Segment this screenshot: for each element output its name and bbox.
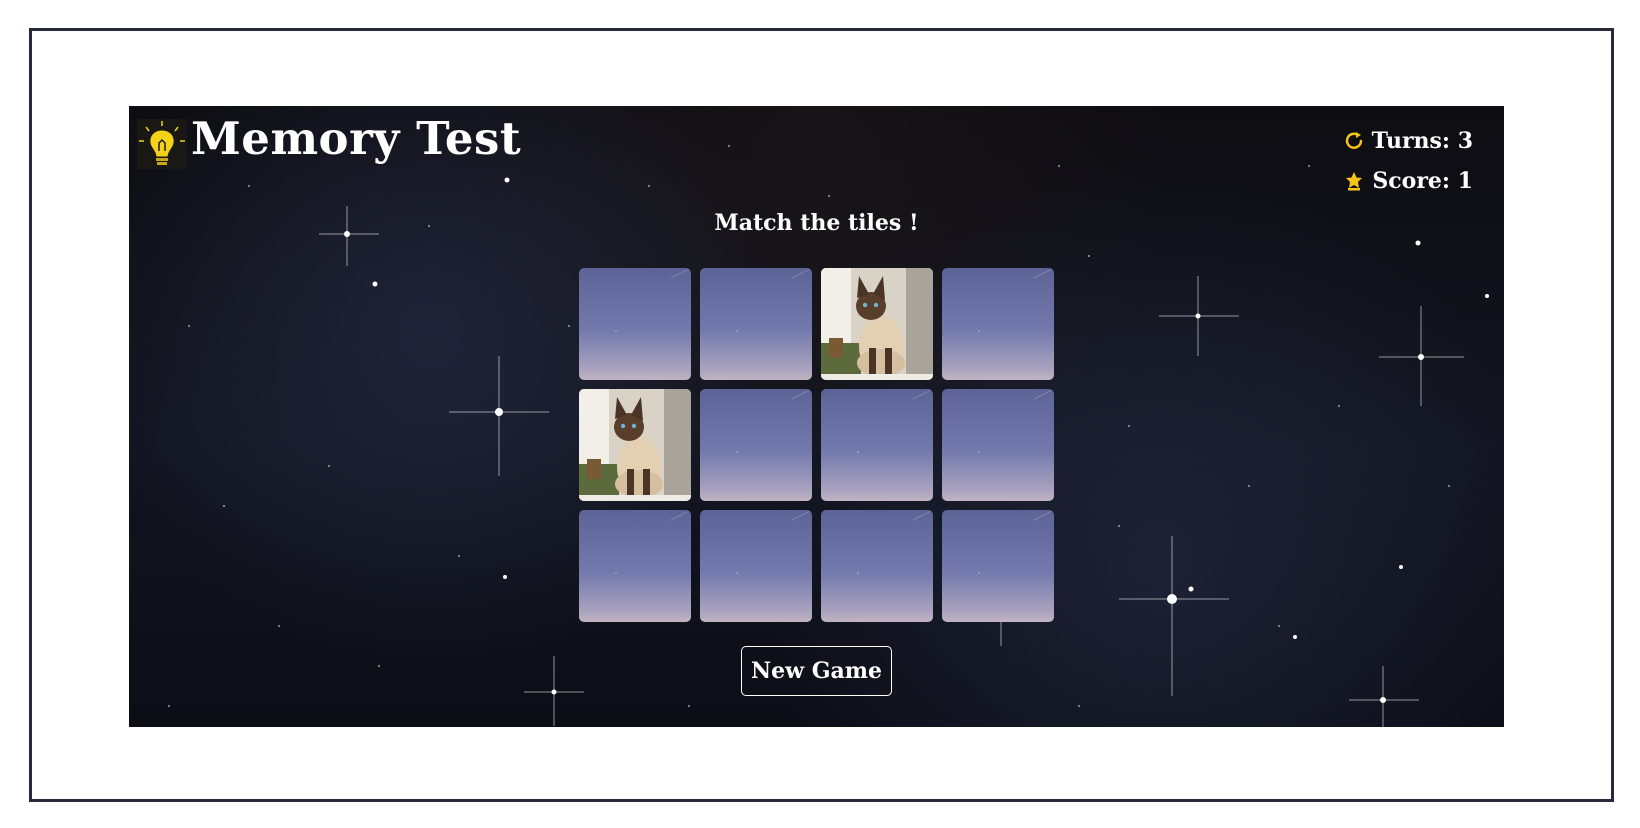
- tile-back-pattern: [736, 268, 812, 332]
- memory-tile[interactable]: [700, 268, 812, 380]
- memory-tile-revealed[interactable]: [579, 389, 691, 501]
- lightbulb-icon: [137, 119, 187, 169]
- memory-tile[interactable]: [700, 510, 812, 622]
- memory-tile[interactable]: [579, 268, 691, 380]
- tile-back-pattern: [978, 389, 1054, 453]
- memory-tile[interactable]: [942, 268, 1054, 380]
- turns-counter: Turns: 3: [1342, 121, 1473, 161]
- game-board-area: Memory Test Turns: 3 Score: 1 Match the …: [129, 106, 1504, 727]
- memory-tile-revealed[interactable]: [821, 268, 933, 380]
- tile-back-pattern: [857, 510, 933, 574]
- memory-tile[interactable]: [942, 389, 1054, 501]
- memory-tile[interactable]: [821, 389, 933, 501]
- turns-label: Turns: 3: [1371, 128, 1473, 154]
- stats-panel: Turns: 3 Score: 1: [1342, 121, 1473, 201]
- tile-back-pattern: [615, 510, 691, 574]
- tile-back-pattern: [857, 389, 933, 453]
- memory-tile[interactable]: [700, 389, 812, 501]
- tile-back-pattern: [615, 268, 691, 332]
- refresh-icon: [1342, 129, 1366, 153]
- memory-tile[interactable]: [821, 510, 933, 622]
- score-label: Score: 1: [1372, 168, 1473, 194]
- trophy-icon: [1342, 169, 1366, 193]
- tile-back-pattern: [978, 268, 1054, 332]
- tile-back-pattern: [736, 389, 812, 453]
- cat-image: [579, 389, 691, 501]
- tile-back-pattern: [736, 510, 812, 574]
- new-game-button[interactable]: New Game: [741, 646, 892, 696]
- score-counter: Score: 1: [1342, 161, 1473, 201]
- tile-grid: [579, 268, 1054, 622]
- memory-tile[interactable]: [942, 510, 1054, 622]
- tile-back-pattern: [978, 510, 1054, 574]
- page-title: Memory Test: [191, 112, 522, 165]
- instruction-text: Match the tiles !: [714, 210, 919, 236]
- cat-image: [821, 268, 933, 380]
- memory-tile[interactable]: [579, 510, 691, 622]
